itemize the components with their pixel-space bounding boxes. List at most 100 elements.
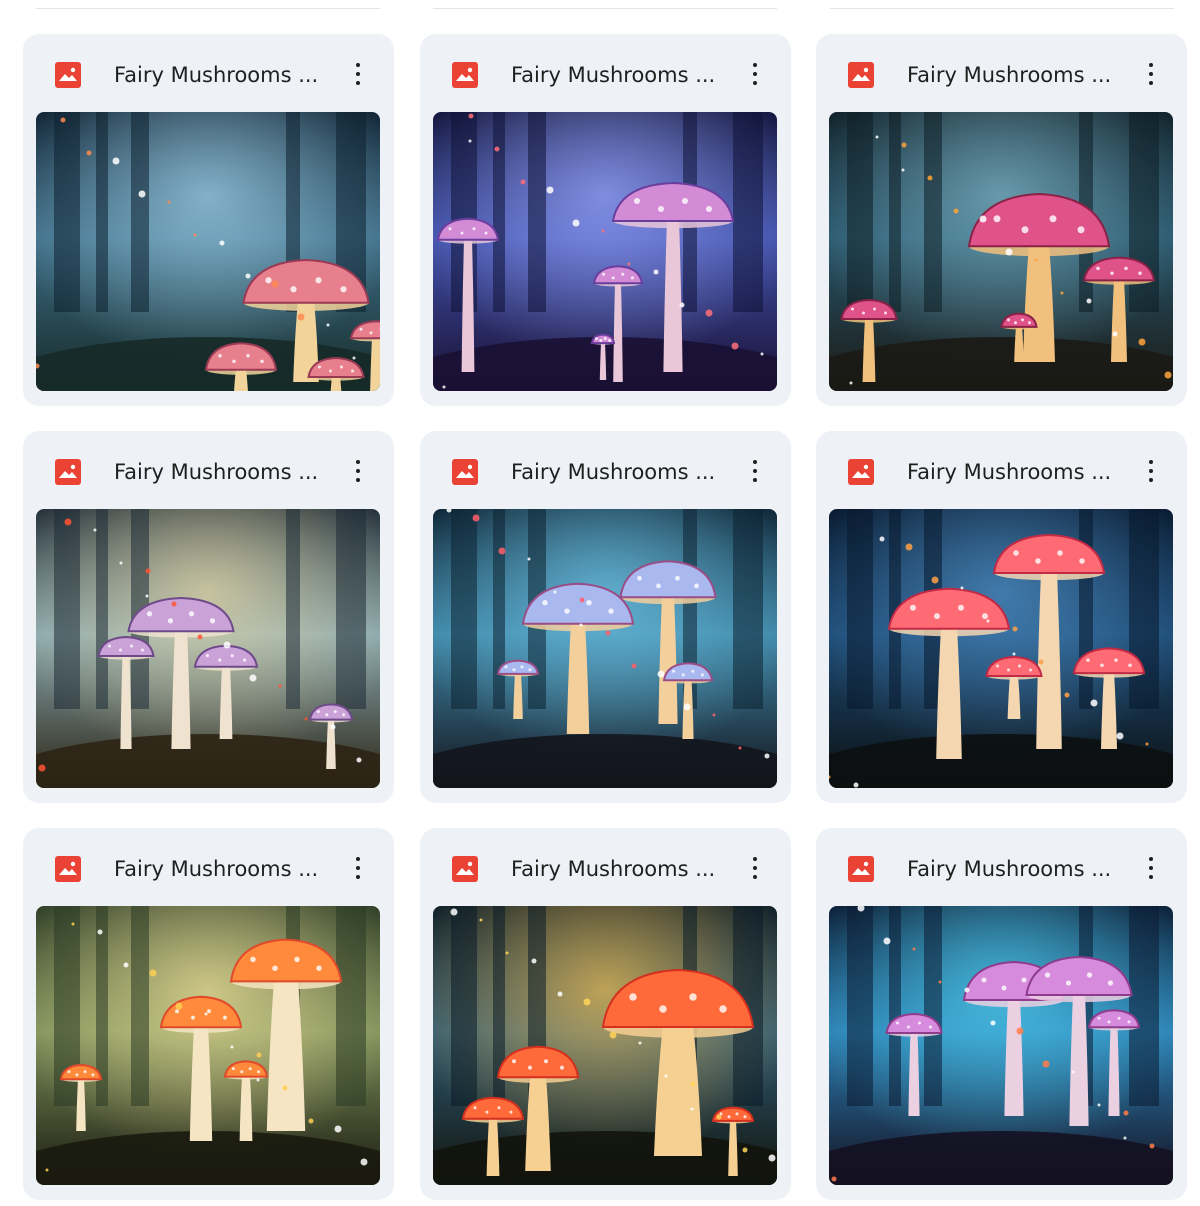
sparkle: [1164, 371, 1172, 379]
cap-spot: [1100, 663, 1104, 668]
file-card[interactable]: Fairy Mushrooms ...: [816, 431, 1187, 803]
file-card[interactable]: Fairy Mushrooms ...: [816, 34, 1187, 406]
file-name[interactable]: Fairy Mushrooms ...: [511, 61, 726, 89]
mushroom-stem: [658, 595, 678, 724]
cap-spot: [191, 1015, 195, 1020]
sparkle: [193, 233, 197, 237]
mushroom-stem: [1004, 998, 1024, 1116]
cap-spot: [634, 198, 640, 204]
cap-spot: [497, 1106, 501, 1110]
more-options-button[interactable]: [343, 58, 373, 90]
thumbnail-image[interactable]: [433, 112, 777, 391]
sparkle: [1016, 1027, 1024, 1035]
tree-trunk: [733, 509, 763, 709]
file-name[interactable]: Fairy Mushrooms ...: [114, 61, 329, 89]
cap-spot: [611, 276, 615, 280]
tree-trunk: [1129, 509, 1159, 709]
mushroom-stem: [1111, 279, 1127, 362]
cap-spot: [316, 965, 322, 971]
thumbnail-image[interactable]: [433, 906, 777, 1185]
more-options-button[interactable]: [343, 455, 373, 487]
cap-spot: [108, 644, 111, 648]
sparkle: [901, 142, 907, 148]
sparkle: [1097, 1103, 1101, 1107]
cap-spot: [243, 658, 247, 662]
cap-spot: [333, 710, 337, 714]
thumbnail-image[interactable]: [829, 906, 1173, 1185]
cap-spot: [1128, 663, 1132, 668]
cap-spot: [608, 338, 612, 342]
thumbnail-image[interactable]: [829, 112, 1173, 391]
cap-spot: [509, 1110, 513, 1114]
sparkle: [653, 269, 659, 275]
file-name[interactable]: Fairy Mushrooms ...: [114, 855, 329, 883]
more-vert-icon: [1149, 63, 1153, 67]
sparkle: [690, 1081, 696, 1087]
sparkle: [494, 146, 500, 152]
cap-spot: [325, 713, 329, 717]
sparkle: [638, 1041, 642, 1045]
more-vert-icon: [753, 460, 757, 464]
file-name[interactable]: Fairy Mushrooms ...: [907, 61, 1122, 89]
cap-spot: [290, 286, 297, 293]
file-name[interactable]: Fairy Mushrooms ...: [907, 458, 1122, 486]
cap-spot: [83, 1070, 87, 1074]
more-options-button[interactable]: [740, 455, 770, 487]
tree-trunk: [493, 509, 505, 709]
file-name[interactable]: Fairy Mushrooms ...: [511, 855, 726, 883]
file-card-header: Fairy Mushrooms ...: [420, 34, 791, 112]
sparkle: [123, 962, 129, 968]
cap-spot: [512, 668, 516, 672]
sparkle: [468, 113, 474, 119]
file-name[interactable]: Fairy Mushrooms ...: [114, 458, 329, 486]
more-options-button[interactable]: [740, 58, 770, 90]
cap-spot: [520, 665, 524, 669]
tree-trunk: [528, 112, 546, 312]
file-card[interactable]: Fairy Mushrooms ...: [23, 34, 394, 406]
cap-spot: [1107, 980, 1114, 986]
thumbnail-image[interactable]: [433, 509, 777, 788]
tree-trunk: [493, 112, 505, 312]
more-options-button[interactable]: [1136, 58, 1166, 90]
cap-spot: [1049, 215, 1057, 223]
thumbnail-image[interactable]: [36, 112, 380, 391]
sparkle: [308, 1118, 314, 1124]
tree-trunk: [889, 906, 901, 1106]
tree-trunk: [889, 112, 901, 312]
cap-spot: [656, 583, 661, 589]
more-options-button[interactable]: [1136, 852, 1166, 884]
file-card[interactable]: Fairy Mushrooms ...: [816, 828, 1187, 1200]
cap-spot: [294, 956, 300, 963]
file-card[interactable]: Fairy Mushrooms ...: [420, 828, 791, 1200]
thumbnail-image[interactable]: [36, 906, 380, 1185]
thumbnail-image[interactable]: [36, 509, 380, 788]
sparkle: [468, 139, 472, 143]
tree-trunk: [847, 112, 873, 312]
cap-spot: [681, 673, 685, 677]
cap-spot: [907, 1025, 910, 1029]
cap-spot: [542, 599, 548, 606]
sparkle: [93, 528, 97, 532]
file-card[interactable]: Fairy Mushrooms ...: [420, 34, 791, 406]
file-card[interactable]: Fairy Mushrooms ...: [420, 431, 791, 803]
image-file-icon: [452, 856, 478, 882]
sparkle: [60, 117, 66, 123]
cap-spot: [1021, 226, 1029, 234]
sparkle: [716, 1114, 722, 1120]
more-options-button[interactable]: [343, 852, 373, 884]
file-name[interactable]: Fairy Mushrooms ...: [907, 855, 1122, 883]
cap-spot: [564, 608, 570, 614]
more-options-button[interactable]: [1136, 455, 1166, 487]
sparkle: [360, 1158, 368, 1166]
file-card[interactable]: Fairy Mushrooms ...: [23, 828, 394, 1200]
file-card[interactable]: Fairy Mushrooms ...: [23, 431, 394, 803]
more-options-button[interactable]: [740, 852, 770, 884]
cap-spot: [1007, 318, 1010, 322]
file-name[interactable]: Fairy Mushrooms ...: [511, 458, 726, 486]
sparkle: [657, 670, 665, 678]
cap-spot: [188, 611, 195, 617]
cap-spot: [706, 206, 712, 212]
thumbnail-image[interactable]: [829, 509, 1173, 788]
cap-spot: [1001, 985, 1007, 991]
cap-spot: [318, 365, 321, 369]
